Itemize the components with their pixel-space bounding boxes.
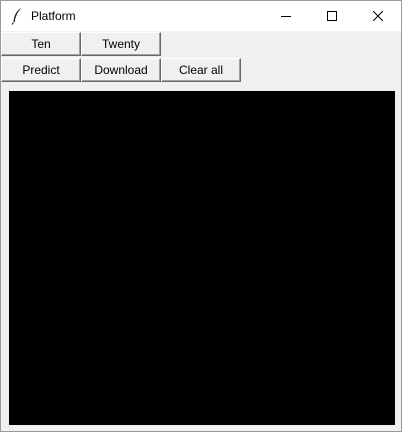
maximize-button[interactable] bbox=[309, 1, 355, 31]
predict-button[interactable]: Predict bbox=[1, 58, 81, 82]
download-button[interactable]: Download bbox=[81, 58, 161, 82]
minimize-icon bbox=[281, 16, 291, 17]
twenty-button[interactable]: Twenty bbox=[81, 32, 161, 56]
maximize-icon bbox=[327, 11, 337, 21]
app-window: Platform Ten Twenty Predict Download Cle… bbox=[0, 0, 402, 432]
window-title: Platform bbox=[31, 9, 76, 23]
feather-icon bbox=[9, 7, 25, 25]
title-bar[interactable]: Platform bbox=[1, 1, 401, 31]
clear-all-button[interactable]: Clear all bbox=[161, 58, 241, 82]
minimize-button[interactable] bbox=[263, 1, 309, 31]
drawing-canvas[interactable] bbox=[9, 91, 395, 425]
close-icon bbox=[373, 11, 383, 21]
ten-button[interactable]: Ten bbox=[1, 32, 81, 56]
close-button[interactable] bbox=[355, 1, 401, 31]
